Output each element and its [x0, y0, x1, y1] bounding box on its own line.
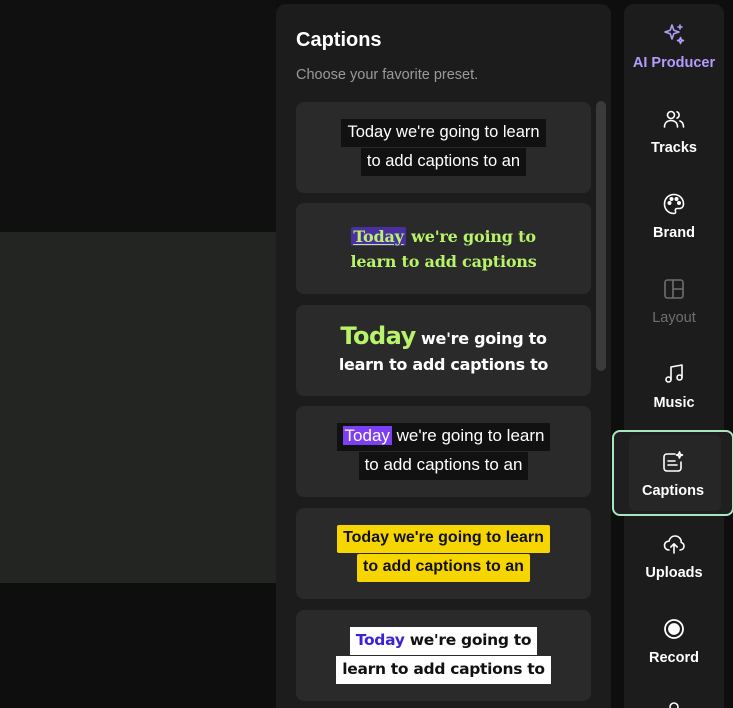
highlight-word: Today	[342, 426, 392, 445]
users-icon	[663, 110, 685, 128]
captions-icon	[663, 450, 684, 472]
caption-preset-6[interactable]: Today we're going to learn to add captio…	[296, 610, 591, 701]
nav-record[interactable]: Record	[624, 617, 724, 666]
record-icon	[664, 619, 684, 639]
nav-label: Uploads	[645, 565, 703, 581]
preset-line: learn to add captions to	[336, 656, 551, 684]
preset-line: to add captions to an	[358, 452, 529, 480]
preset-line: Today we're going to	[349, 627, 538, 655]
canvas-background-top	[0, 0, 276, 232]
preset-line: learn to add captions to	[338, 355, 549, 374]
nav-captions[interactable]: Captions	[612, 430, 733, 516]
preset-text: we're going to	[404, 631, 532, 649]
layout-icon	[664, 279, 684, 299]
caption-preset-2[interactable]: Today we're going to learn to add captio…	[296, 203, 591, 294]
palette-icon	[663, 193, 685, 215]
preset-text: we're going to learn	[391, 426, 545, 445]
nav-tracks[interactable]: Tracks	[624, 107, 724, 156]
preset-line: Today we're going to	[340, 322, 547, 352]
highlight-word: Today	[355, 631, 405, 649]
nav-music[interactable]: Music	[624, 362, 724, 411]
preset-line: to add captions to an	[360, 148, 527, 176]
preset-line: Today we're going to learn	[337, 525, 550, 553]
nav-label: Music	[653, 395, 695, 411]
preset-line: to add captions to an	[357, 554, 530, 582]
caption-preset-4[interactable]: Today we're going to learn to add captio…	[296, 406, 591, 497]
preset-line: Today we're going to learn	[336, 423, 551, 451]
nav-label: Brand	[653, 225, 695, 241]
music-icon	[665, 364, 683, 383]
canvas-background-bottom	[0, 583, 276, 708]
caption-preset-1[interactable]: Today we're going to learn to add captio…	[296, 102, 591, 193]
preset-text: we're going to	[405, 226, 536, 246]
nav-label: Record	[649, 650, 699, 666]
nav-label: Captions	[641, 482, 705, 499]
caption-preset-3[interactable]: Today we're going to learn to add captio…	[296, 305, 591, 396]
sparkles-icon	[664, 24, 685, 45]
video-preview-area[interactable]	[0, 232, 276, 583]
preset-line: Today we're going to	[351, 224, 536, 249]
nav-layout[interactable]: Layout	[624, 277, 724, 326]
cloud-upload-icon	[663, 535, 685, 554]
highlight-word: Today	[351, 226, 406, 246]
nav-ai-producer[interactable]: AI Producer	[624, 22, 724, 71]
panel-scrollbar[interactable]	[596, 101, 606, 371]
nav-label: AI Producer	[632, 55, 716, 71]
caption-preset-5[interactable]: Today we're going to learn to add captio…	[296, 508, 591, 599]
nav-label: Layout	[652, 310, 696, 326]
nav-uploads[interactable]: Uploads	[624, 532, 724, 581]
panel-subtitle: Choose your favorite preset.	[296, 67, 479, 83]
nav-more[interactable]	[624, 699, 724, 708]
nav-brand[interactable]: Brand	[624, 192, 724, 241]
preset-line: learn to add captions	[350, 251, 537, 271]
side-navigation-rail: AI Producer Tracks Brand Layout Music Ca…	[612, 4, 733, 708]
person-icon	[669, 702, 679, 708]
captions-panel: Captions Choose your favorite preset. To…	[276, 4, 611, 708]
preset-line: Today we're going to learn	[341, 119, 546, 147]
nav-label: Tracks	[651, 140, 697, 156]
big-word: Today	[340, 322, 416, 350]
panel-title: Captions	[296, 29, 382, 51]
preset-text: we're going to	[415, 329, 547, 348]
